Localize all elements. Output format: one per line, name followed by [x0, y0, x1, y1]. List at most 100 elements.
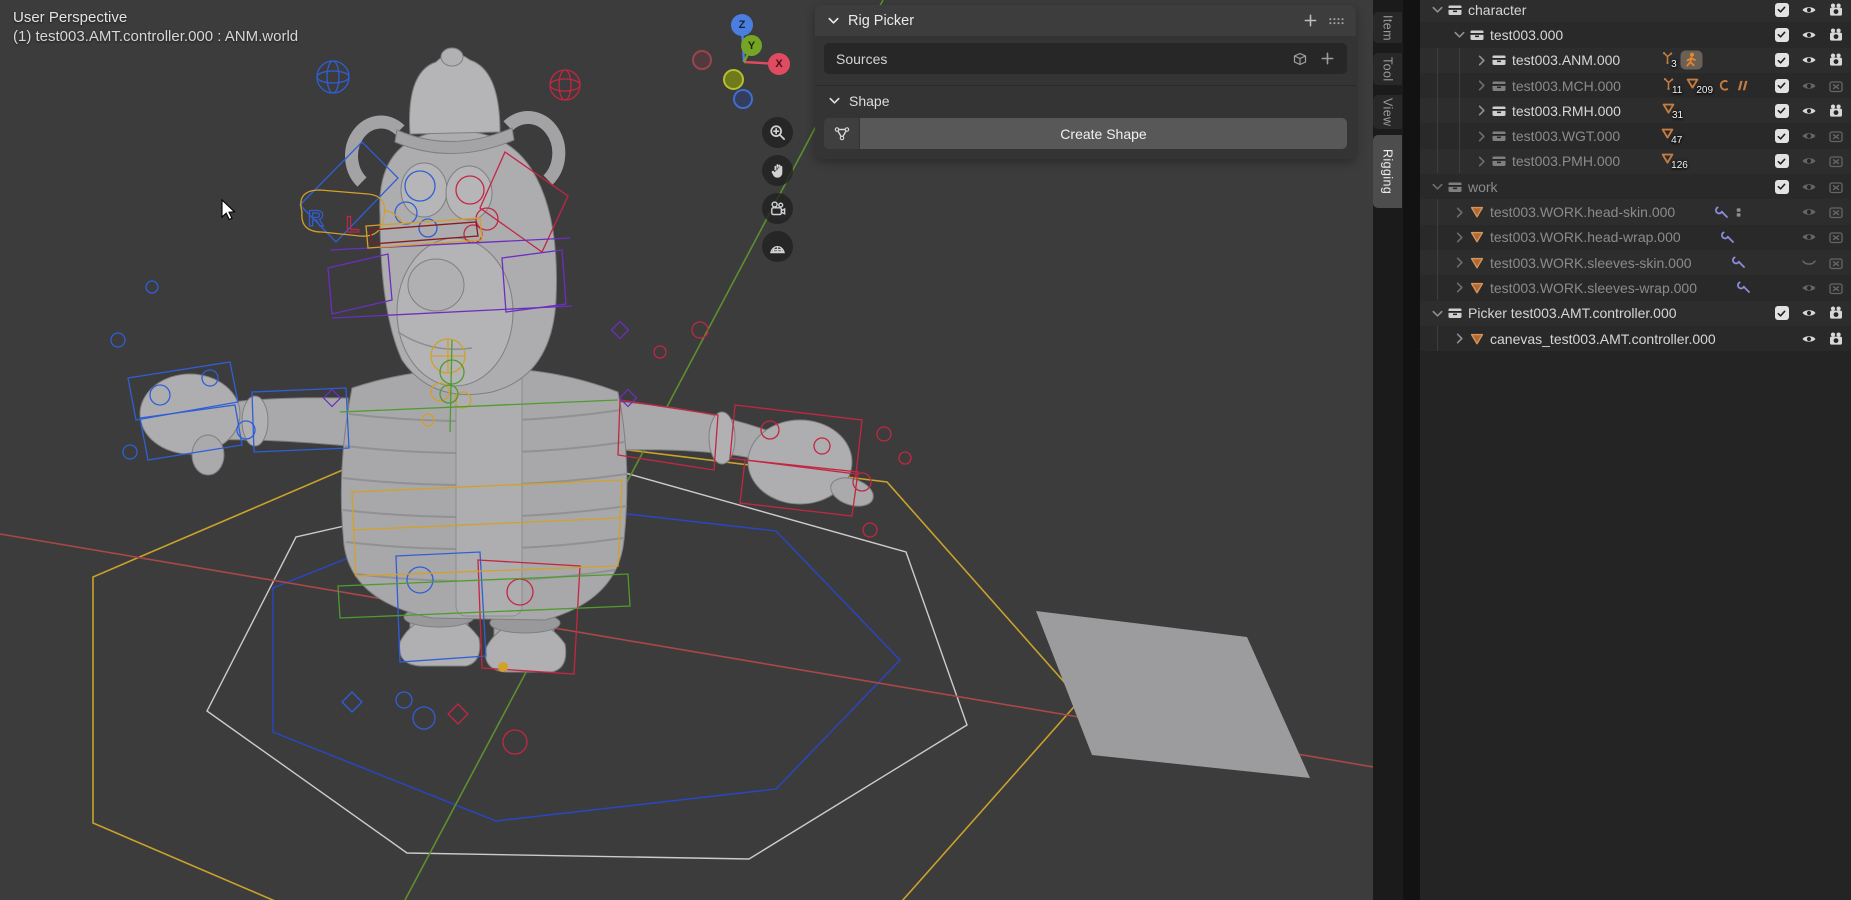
outliner-row[interactable]: work	[1420, 174, 1851, 199]
tab-item[interactable]: Item	[1373, 12, 1402, 43]
render-visibility-toggle[interactable]	[1822, 73, 1849, 98]
outliner-row[interactable]: test003.000	[1420, 22, 1851, 47]
panel-collapse-chevron-icon[interactable]	[826, 13, 841, 28]
rig-picker-panel-header[interactable]: Rig Picker	[815, 5, 1356, 36]
shape-subpanel-header[interactable]: Shape	[815, 85, 1356, 115]
navigation-gizmo[interactable]: Y Z X	[690, 10, 796, 112]
viewport-hide-toggle[interactable]	[1795, 149, 1822, 174]
viewport-hide-toggle[interactable]	[1795, 199, 1822, 224]
chevron-right-icon[interactable]	[1451, 280, 1468, 296]
floor-dot-control[interactable]	[498, 662, 508, 672]
plane-object[interactable]	[1036, 611, 1310, 778]
render-visibility-toggle[interactable]	[1822, 199, 1849, 224]
plus-icon[interactable]	[1303, 13, 1318, 28]
viewport-hide-toggle[interactable]	[1795, 0, 1822, 22]
glasses-right-label: R	[308, 206, 324, 231]
magnifier-plus-button[interactable]	[762, 117, 793, 148]
gizmo-x-ball[interactable]: X	[768, 53, 790, 75]
sources-list[interactable]: Sources	[824, 43, 1347, 74]
exclude-collection-checkbox[interactable]	[1768, 301, 1795, 326]
chevron-down-icon[interactable]	[1429, 2, 1446, 18]
chevron-right-icon[interactable]	[1451, 255, 1468, 271]
exclude-collection-checkbox[interactable]	[1768, 149, 1795, 174]
exclude-collection-checkbox[interactable]	[1768, 174, 1795, 199]
outliner-row[interactable]: test003.RMH.00031	[1420, 98, 1851, 123]
chevron-right-icon[interactable]	[1451, 229, 1468, 245]
outliner-row[interactable]: test003.WORK.head-wrap.000	[1420, 225, 1851, 250]
outliner-row[interactable]: test003.WORK.sleeves-wrap.000	[1420, 275, 1851, 300]
viewport-hide-toggle[interactable]	[1795, 174, 1822, 199]
render-visibility-toggle[interactable]	[1822, 0, 1849, 22]
outliner-row[interactable]: Picker test003.AMT.controller.000	[1420, 301, 1851, 326]
camera-button[interactable]	[762, 193, 793, 224]
tab-tool[interactable]: Tool	[1373, 53, 1402, 85]
exclude-collection-checkbox[interactable]	[1768, 73, 1795, 98]
grid-button[interactable]	[762, 231, 793, 262]
viewport-hide-toggle[interactable]	[1795, 301, 1822, 326]
outliner-row[interactable]: test003.PMH.000126	[1420, 149, 1851, 174]
exclude-collection-checkbox[interactable]	[1768, 22, 1795, 47]
viewport-hide-toggle[interactable]	[1795, 123, 1822, 148]
hand-button[interactable]	[762, 155, 793, 186]
exclude-collection-checkbox	[1768, 275, 1795, 300]
gizmo-x-negative-ball[interactable]	[692, 50, 712, 70]
plus-icon[interactable]	[1320, 51, 1335, 66]
render-visibility-toggle[interactable]	[1822, 301, 1849, 326]
chevron-down-icon[interactable]	[1429, 179, 1446, 195]
chevron-right-icon[interactable]	[1473, 153, 1490, 169]
chevron-down-icon[interactable]	[1451, 27, 1468, 43]
render-visibility-toggle[interactable]	[1822, 98, 1849, 123]
viewport-hide-toggle[interactable]	[1795, 275, 1822, 300]
render-visibility-toggle[interactable]	[1822, 225, 1849, 250]
outliner-row[interactable]: test003.WGT.00047	[1420, 123, 1851, 148]
render-visibility-toggle[interactable]	[1822, 174, 1849, 199]
exclude-collection-checkbox[interactable]	[1768, 48, 1795, 73]
render-visibility-toggle[interactable]	[1822, 275, 1849, 300]
viewport-hide-toggle[interactable]	[1795, 73, 1822, 98]
create-shape-button[interactable]: Create Shape	[860, 118, 1347, 149]
outliner-row[interactable]: character	[1420, 0, 1851, 22]
outliner-row[interactable]: test003.MCH.00011209	[1420, 73, 1851, 98]
render-visibility-toggle[interactable]	[1822, 149, 1849, 174]
viewport-hide-toggle[interactable]	[1795, 48, 1822, 73]
chevron-right-icon[interactable]	[1473, 128, 1490, 144]
outliner-row[interactable]: canevas_test003.AMT.controller.000	[1420, 326, 1851, 351]
tab-view[interactable]: View	[1373, 95, 1402, 129]
gizmo-y-negative-ball[interactable]	[723, 69, 744, 90]
chevron-down-icon[interactable]	[1429, 305, 1446, 321]
viewport-hide-toggle[interactable]	[1795, 225, 1822, 250]
mesh-cube-icon[interactable]	[1292, 51, 1308, 67]
viewport-hide-toggle[interactable]	[1795, 326, 1822, 351]
exclude-collection-checkbox[interactable]	[1768, 98, 1795, 123]
gizmo-z-negative-ball[interactable]	[733, 89, 753, 109]
viewport-3d[interactable]: R L User Perspective (1) test003.AMT.con…	[0, 0, 1403, 900]
exclude-collection-checkbox[interactable]	[1768, 123, 1795, 148]
render-visibility-toggle[interactable]	[1822, 22, 1849, 47]
chevron-right-icon[interactable]	[1473, 52, 1490, 68]
chevron-right-icon[interactable]	[1451, 204, 1468, 220]
render-visibility-toggle[interactable]	[1822, 326, 1849, 351]
viewport-hide-toggle[interactable]	[1795, 98, 1822, 123]
create-shape-icon-button[interactable]	[824, 118, 859, 149]
render-visibility-toggle[interactable]	[1822, 48, 1849, 73]
viewport-hide-toggle[interactable]	[1795, 22, 1822, 47]
editor-divider[interactable]	[1403, 0, 1420, 900]
outliner-row[interactable]: test003.WORK.head-skin.000	[1420, 199, 1851, 224]
render-visibility-toggle[interactable]	[1822, 250, 1849, 275]
shape-collapse-chevron-icon[interactable]	[827, 93, 842, 108]
render-visibility-toggle[interactable]	[1822, 123, 1849, 148]
tab-rigging[interactable]: Rigging	[1373, 135, 1402, 208]
exclude-collection-checkbox[interactable]	[1768, 0, 1795, 22]
chevron-right-icon[interactable]	[1451, 331, 1468, 347]
viewport-hide-toggle[interactable]	[1795, 250, 1822, 275]
gizmo-z-ball[interactable]: Z	[731, 14, 753, 36]
chevron-right-icon[interactable]	[1473, 103, 1490, 119]
chevron-right-icon[interactable]	[1473, 78, 1490, 94]
row-toggles	[1768, 326, 1849, 351]
gizmo-y-ball[interactable]: Y	[741, 35, 762, 56]
outliner-row[interactable]: test003.ANM.0003	[1420, 48, 1851, 73]
eye-open-icon	[1801, 179, 1817, 195]
outliner-row[interactable]: test003.WORK.sleeves-skin.000	[1420, 250, 1851, 275]
dots-grid-icon[interactable]	[1328, 16, 1345, 26]
row-toggles	[1768, 48, 1849, 73]
